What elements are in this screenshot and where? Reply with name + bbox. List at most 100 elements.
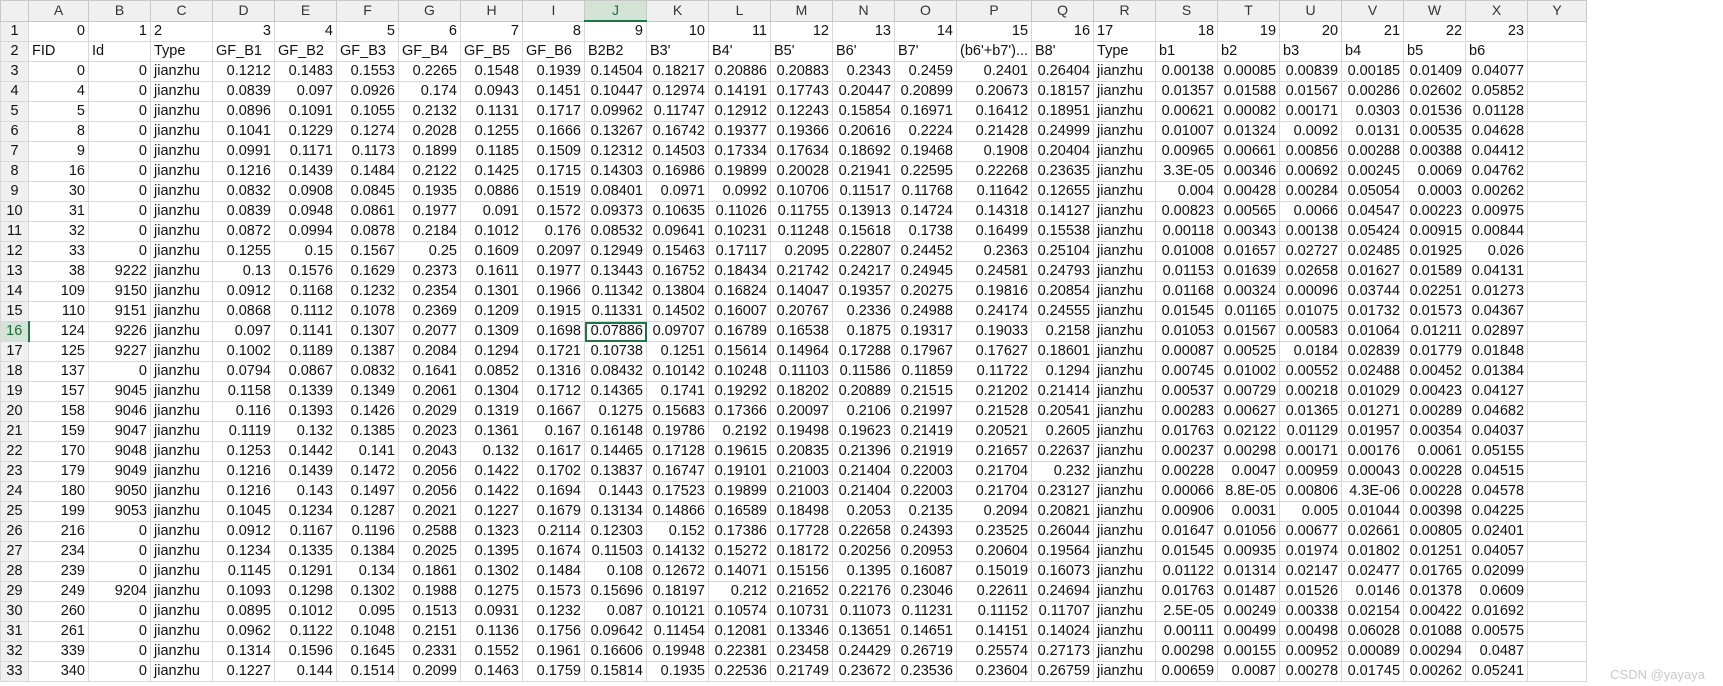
cell-t13[interactable]: 0.01639 bbox=[1217, 261, 1281, 282]
cell-o5[interactable]: 0.16971 bbox=[894, 101, 957, 122]
cell-j32[interactable]: 0.16606 bbox=[584, 641, 647, 662]
cell-f24[interactable]: 0.1497 bbox=[336, 481, 399, 502]
cell-y13[interactable] bbox=[1527, 261, 1588, 282]
column-header-n[interactable]: N bbox=[832, 0, 895, 22]
cell-n7[interactable]: 0.18692 bbox=[832, 141, 895, 162]
cell-w28[interactable]: 0.01765 bbox=[1403, 561, 1467, 582]
cell-a27[interactable]: 234 bbox=[28, 541, 89, 562]
cell-j28[interactable]: 0.108 bbox=[584, 561, 647, 582]
cell-n11[interactable]: 0.15618 bbox=[832, 221, 895, 242]
cell-r4[interactable]: jianzhu bbox=[1093, 81, 1157, 102]
cell-i27[interactable]: 0.1674 bbox=[522, 541, 585, 562]
cell-f20[interactable]: 0.1426 bbox=[336, 401, 399, 422]
cell-u2[interactable]: b3 bbox=[1279, 41, 1343, 62]
cell-x31[interactable]: 0.00575 bbox=[1465, 621, 1529, 642]
cell-a24[interactable]: 180 bbox=[28, 481, 89, 502]
column-header-m[interactable]: M bbox=[770, 0, 833, 22]
cell-c12[interactable]: jianzhu bbox=[150, 241, 213, 262]
cell-h32[interactable]: 0.1552 bbox=[460, 641, 523, 662]
cell-a30[interactable]: 260 bbox=[28, 601, 89, 622]
cell-s19[interactable]: 0.00537 bbox=[1155, 381, 1219, 402]
cell-x20[interactable]: 0.04682 bbox=[1465, 401, 1529, 422]
cell-g24[interactable]: 0.2056 bbox=[398, 481, 461, 502]
cell-r26[interactable]: jianzhu bbox=[1093, 521, 1157, 542]
cell-s23[interactable]: 0.00228 bbox=[1155, 461, 1219, 482]
cell-d26[interactable]: 0.0912 bbox=[212, 521, 275, 542]
cell-f15[interactable]: 0.1078 bbox=[336, 301, 399, 322]
cell-n31[interactable]: 0.13651 bbox=[832, 621, 895, 642]
cell-s20[interactable]: 0.00283 bbox=[1155, 401, 1219, 422]
cell-r12[interactable]: jianzhu bbox=[1093, 241, 1157, 262]
cell-u21[interactable]: 0.01129 bbox=[1279, 421, 1343, 442]
cell-v28[interactable]: 0.02477 bbox=[1341, 561, 1405, 582]
row-header[interactable]: 4 bbox=[0, 81, 29, 102]
cell-j5[interactable]: 0.09962 bbox=[584, 101, 647, 122]
cell-o27[interactable]: 0.20953 bbox=[894, 541, 957, 562]
cell-u10[interactable]: 0.0066 bbox=[1279, 201, 1343, 222]
row-header[interactable]: 20 bbox=[0, 401, 29, 422]
cell-a11[interactable]: 32 bbox=[28, 221, 89, 242]
cell-j1[interactable]: 9 bbox=[584, 20, 647, 42]
cell-p9[interactable]: 0.11642 bbox=[955, 181, 1033, 202]
cell-h33[interactable]: 0.1463 bbox=[460, 661, 523, 682]
row-header[interactable]: 25 bbox=[0, 501, 29, 522]
cell-g12[interactable]: 0.25 bbox=[398, 241, 461, 262]
row-header[interactable]: 5 bbox=[0, 101, 29, 122]
cell-d33[interactable]: 0.1227 bbox=[212, 661, 275, 682]
cell-o21[interactable]: 0.21419 bbox=[894, 421, 957, 442]
cell-r2[interactable]: Type bbox=[1093, 41, 1157, 62]
cell-q33[interactable]: 0.26759 bbox=[1031, 661, 1095, 682]
cell-o8[interactable]: 0.22595 bbox=[894, 161, 957, 182]
cell-n33[interactable]: 0.23672 bbox=[832, 661, 895, 682]
cell-s1[interactable]: 18 bbox=[1155, 20, 1219, 42]
cell-f23[interactable]: 0.1472 bbox=[336, 461, 399, 482]
cell-q9[interactable]: 0.12655 bbox=[1031, 181, 1095, 202]
cell-y11[interactable] bbox=[1527, 221, 1588, 242]
cell-f30[interactable]: 0.095 bbox=[336, 601, 399, 622]
cell-k12[interactable]: 0.15463 bbox=[646, 241, 709, 262]
cell-w9[interactable]: 0.0003 bbox=[1403, 181, 1467, 202]
cell-l23[interactable]: 0.19101 bbox=[708, 461, 771, 482]
cell-h17[interactable]: 0.1294 bbox=[460, 341, 523, 362]
cell-y30[interactable] bbox=[1527, 601, 1588, 622]
cell-n16[interactable]: 0.1875 bbox=[832, 321, 895, 342]
cell-w19[interactable]: 0.00423 bbox=[1403, 381, 1467, 402]
cell-j9[interactable]: 0.08401 bbox=[584, 181, 647, 202]
cell-y24[interactable] bbox=[1527, 481, 1588, 502]
column-header-t[interactable]: T bbox=[1217, 0, 1281, 22]
column-header-e[interactable]: E bbox=[274, 0, 337, 22]
cell-f11[interactable]: 0.0878 bbox=[336, 221, 399, 242]
cell-m7[interactable]: 0.17634 bbox=[770, 141, 833, 162]
cell-i22[interactable]: 0.1617 bbox=[522, 441, 585, 462]
cell-l18[interactable]: 0.10248 bbox=[708, 361, 771, 382]
cell-v4[interactable]: 0.00286 bbox=[1341, 81, 1405, 102]
cell-m19[interactable]: 0.18202 bbox=[770, 381, 833, 402]
cell-p15[interactable]: 0.24174 bbox=[955, 301, 1033, 322]
row-header[interactable]: 3 bbox=[0, 61, 29, 82]
cell-p31[interactable]: 0.14151 bbox=[955, 621, 1033, 642]
cell-w12[interactable]: 0.01925 bbox=[1403, 241, 1467, 262]
cell-l7[interactable]: 0.17334 bbox=[708, 141, 771, 162]
cell-e28[interactable]: 0.1291 bbox=[274, 561, 337, 582]
row-header[interactable]: 15 bbox=[0, 301, 29, 322]
cell-v17[interactable]: 0.02839 bbox=[1341, 341, 1405, 362]
cell-n27[interactable]: 0.20256 bbox=[832, 541, 895, 562]
column-header-l[interactable]: L bbox=[708, 0, 771, 22]
cell-m29[interactable]: 0.21652 bbox=[770, 581, 833, 602]
cell-n23[interactable]: 0.21404 bbox=[832, 461, 895, 482]
cell-w1[interactable]: 22 bbox=[1403, 20, 1467, 42]
cell-k2[interactable]: B3' bbox=[646, 41, 709, 62]
cell-y6[interactable] bbox=[1527, 121, 1588, 142]
cell-r27[interactable]: jianzhu bbox=[1093, 541, 1157, 562]
cell-e31[interactable]: 0.1122 bbox=[274, 621, 337, 642]
cell-s31[interactable]: 0.00111 bbox=[1155, 621, 1219, 642]
cell-v18[interactable]: 0.02488 bbox=[1341, 361, 1405, 382]
cell-i17[interactable]: 0.1721 bbox=[522, 341, 585, 362]
cell-t19[interactable]: 0.00729 bbox=[1217, 381, 1281, 402]
cell-x13[interactable]: 0.04131 bbox=[1465, 261, 1529, 282]
cell-i18[interactable]: 0.1316 bbox=[522, 361, 585, 382]
cell-v2[interactable]: b4 bbox=[1341, 41, 1405, 62]
cell-u20[interactable]: 0.01365 bbox=[1279, 401, 1343, 422]
cell-c6[interactable]: jianzhu bbox=[150, 121, 213, 142]
cell-j25[interactable]: 0.13134 bbox=[584, 501, 647, 522]
